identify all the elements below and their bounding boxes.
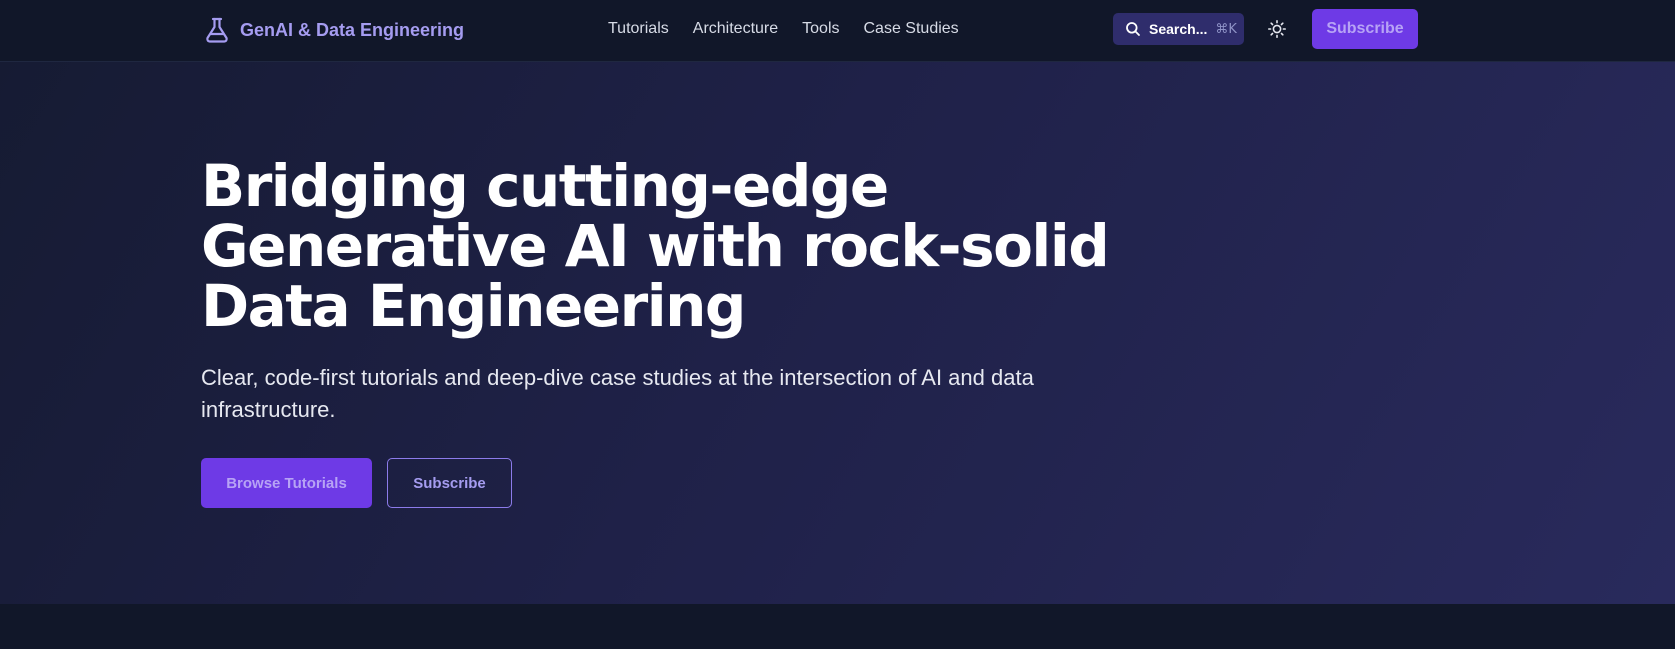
search-shortcut: ⌘K [1215,21,1237,37]
primary-nav: Tutorials Architecture Tools Case Studie… [608,18,959,40]
nav-link-tutorials[interactable]: Tutorials [608,18,669,40]
hero-section: Bridging cutting-edge Generative AI with… [0,62,1675,604]
hero-subscribe-button[interactable]: Subscribe [387,458,512,508]
brand-logo-link[interactable]: GenAI & Data Engineering [202,14,464,46]
top-navbar: GenAI & Data Engineering Tutorials Archi… [0,0,1675,62]
hero-title: Bridging cutting-edge Generative AI with… [201,152,1110,340]
nav-link-case-studies[interactable]: Case Studies [864,18,959,40]
hero-subtitle: Clear, code-first tutorials and deep-div… [201,365,1034,422]
search-button[interactable]: Search... ⌘K [1113,13,1244,45]
search-icon [1125,21,1141,37]
brand-name: GenAI & Data Engineering [240,19,465,40]
theme-toggle-button[interactable] [1265,17,1289,41]
page-content-area [0,604,1675,649]
nav-link-architecture[interactable]: Architecture [693,18,778,40]
search-label: Search... [1149,21,1208,37]
sun-icon [1267,19,1287,39]
header-subscribe-button[interactable]: Subscribe [1312,9,1418,49]
nav-link-tools[interactable]: Tools [802,18,839,40]
browse-tutorials-button[interactable]: Browse Tutorials [201,458,372,508]
flask-icon [202,15,232,45]
